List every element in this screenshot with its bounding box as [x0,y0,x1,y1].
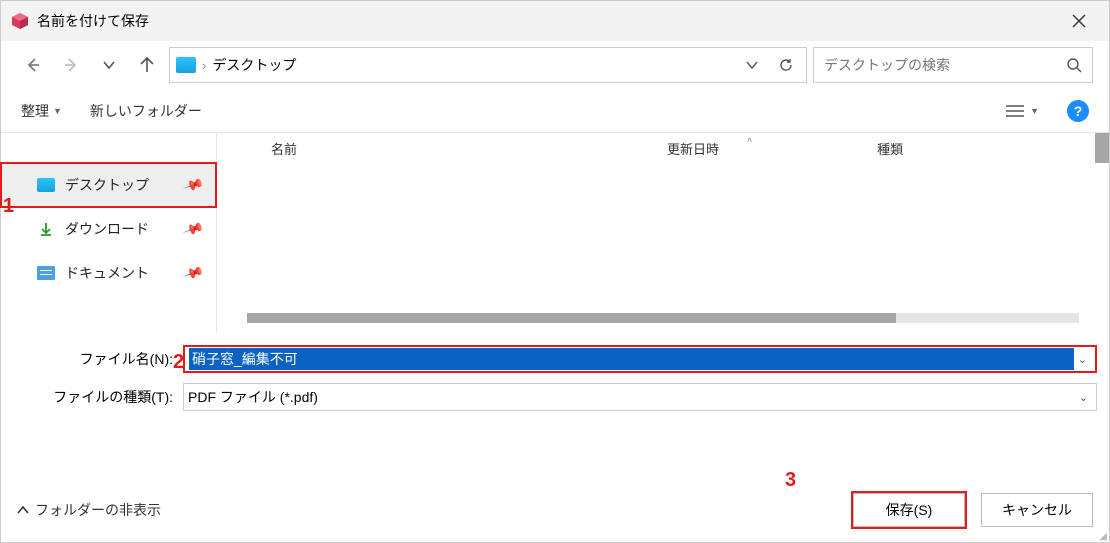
cancel-button-label: キャンセル [1002,500,1072,520]
list-view-icon [1006,104,1024,118]
download-icon [37,222,55,236]
app-icon [11,12,29,30]
save-button-label: 保存(S) [886,500,933,520]
refresh-button[interactable] [772,51,800,79]
footer: フォルダーの非表示 保存(S) キャンセル ◢ [1,478,1109,542]
sidebar: デスクトップ 📌 ダウンロード 📌 ドキュメント 📌 [1,133,217,333]
breadcrumb-separator: › [202,58,206,73]
resize-grip-icon[interactable]: ◢ [1099,534,1105,540]
filename-label: ファイル名(N): [13,349,183,369]
desktop-icon [37,178,55,192]
chevron-down-icon [102,58,116,72]
nav-back-button[interactable] [17,49,49,81]
arrow-left-icon [24,56,42,74]
sidebar-item-label: ドキュメント [65,263,149,283]
window-title: 名前を付けて保存 [37,11,149,31]
column-headers[interactable]: 名前 更新日時 ˄ 種類 [217,133,1109,163]
document-icon [37,266,55,280]
chevron-down-icon[interactable]: ⌄ [1074,353,1091,366]
desktop-folder-icon [176,57,196,73]
organize-menu[interactable]: 整理 ▼ [21,101,62,121]
view-mode-button[interactable]: ▼ [1006,104,1039,118]
arrow-up-icon [138,56,156,74]
main-area: デスクトップ 📌 ダウンロード 📌 ドキュメント 📌 名前 更新日時 ˄ 種類 [1,133,1109,333]
toggle-folders-button[interactable]: フォルダーの非表示 [17,500,161,520]
search-box[interactable] [813,47,1093,83]
nav-forward-button[interactable] [55,49,87,81]
caret-down-icon: ▼ [1030,106,1039,116]
sidebar-item-label: デスクトップ [65,175,149,195]
nav-bar: › デスクトップ [1,41,1109,89]
sidebar-item-documents[interactable]: ドキュメント 📌 [1,251,216,295]
address-dropdown-button[interactable] [738,51,766,79]
chevron-up-icon [17,504,29,516]
sidebar-item-desktop[interactable]: デスクトップ 📌 [1,163,216,207]
toolbar: 整理 ▼ 新しいフォルダー ▼ ? [1,89,1109,133]
vertical-scrollbar[interactable] [1095,133,1109,163]
column-modified[interactable]: 更新日時 ˄ [667,139,877,158]
search-input[interactable] [824,57,1066,73]
caret-down-icon: ▼ [53,106,62,116]
cancel-button[interactable]: キャンセル [981,493,1093,527]
annotation-2: 2 [173,351,184,374]
arrow-right-icon [62,56,80,74]
refresh-icon [778,57,794,73]
scrollbar-thumb[interactable] [247,313,896,323]
close-button[interactable] [1059,1,1099,41]
sort-indicator-icon: ˄ [747,135,752,145]
sidebar-item-downloads[interactable]: ダウンロード 📌 [1,207,216,251]
pin-icon: 📌 [182,174,205,197]
annotation-1: 1 [3,195,14,218]
title-bar: 名前を付けて保存 [1,1,1109,41]
organize-label: 整理 [21,101,49,121]
save-button[interactable]: 保存(S) [853,493,965,527]
toggle-folders-label: フォルダーの非表示 [35,500,161,520]
column-type[interactable]: 種類 [877,139,1109,158]
sidebar-item-label: ダウンロード [65,219,149,239]
annotation-3: 3 [785,469,796,492]
help-button[interactable]: ? [1067,100,1089,122]
file-list-pane[interactable]: 名前 更新日時 ˄ 種類 [217,133,1109,333]
filename-combobox[interactable]: 硝子窓_編集不可 ⌄ [183,345,1097,373]
pin-icon: 📌 [182,218,205,241]
nav-recent-button[interactable] [93,49,125,81]
filetype-value: PDF ファイル (*.pdf) [188,387,1075,407]
horizontal-scrollbar[interactable] [247,313,1079,323]
breadcrumb-current[interactable]: デスクトップ [212,55,296,75]
file-fields: ファイル名(N): 硝子窓_編集不可 ⌄ ファイルの種類(T): PDF ファイ… [1,333,1109,429]
filetype-combobox[interactable]: PDF ファイル (*.pdf) ⌄ [183,383,1097,411]
chevron-down-icon [746,59,758,71]
nav-up-button[interactable] [131,49,163,81]
search-icon [1066,57,1082,73]
new-folder-label: 新しいフォルダー [90,101,202,121]
new-folder-button[interactable]: 新しいフォルダー [90,101,202,121]
close-icon [1072,14,1086,28]
address-bar[interactable]: › デスクトップ [169,47,807,83]
column-name[interactable]: 名前 [217,139,667,158]
chevron-down-icon[interactable]: ⌄ [1075,391,1092,404]
filetype-label: ファイルの種類(T): [13,387,183,407]
pin-icon: 📌 [182,262,205,285]
filename-value[interactable]: 硝子窓_編集不可 [189,348,1074,370]
